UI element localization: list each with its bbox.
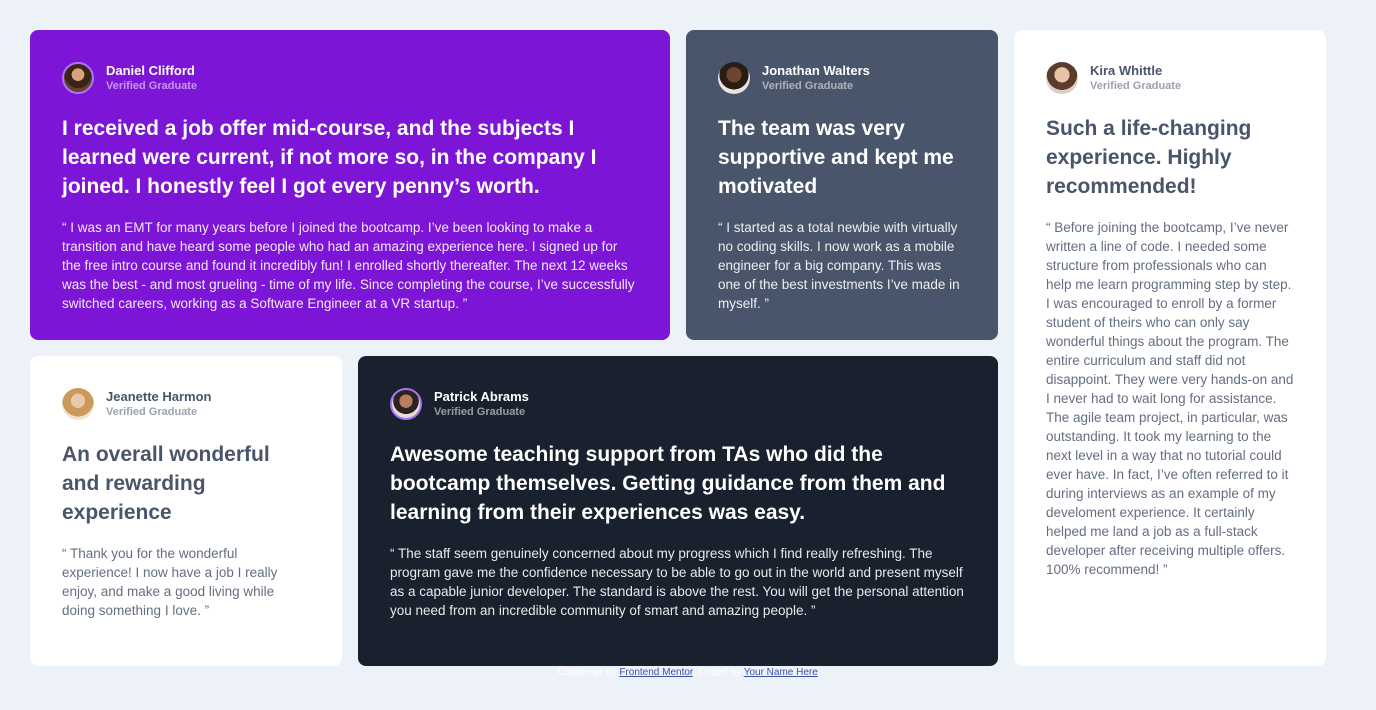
attribution-prefix: Challenge by (558, 667, 617, 678)
avatar (718, 62, 750, 94)
author-name: Daniel Clifford (106, 63, 195, 78)
testimonial-quote: “ Before joining the bootcamp, I’ve neve… (1046, 220, 1294, 577)
author-link[interactable]: Your Name Here (744, 667, 818, 678)
author-block: Kira Whittle Verified Graduate (1046, 62, 1294, 94)
author-name: Patrick Abrams (434, 389, 529, 404)
author-block: Jeanette Harmon Verified Graduate (62, 388, 310, 420)
author-status: Verified Graduate (106, 80, 198, 92)
testimonial-card-kira: Kira Whittle Verified Graduate Such a li… (1014, 30, 1326, 666)
author-status: Verified Graduate (762, 80, 854, 92)
author-status: Verified Graduate (1090, 80, 1182, 92)
testimonial-headline: Awesome teaching support from TAs who di… (390, 443, 946, 524)
frontend-mentor-link[interactable]: Frontend Mentor (619, 667, 692, 678)
testimonial-headline: Such a life-changing experience. Highly … (1046, 117, 1252, 198)
avatar (390, 388, 422, 420)
testimonial-headline: An overall wonderful and rewarding exper… (62, 443, 270, 524)
author-status: Verified Graduate (106, 406, 198, 418)
attribution-middle: . Coded by (692, 667, 742, 678)
testimonial-quote: “ Thank you for the wonderful experience… (62, 546, 278, 618)
avatar (62, 62, 94, 94)
testimonial-card-patrick: Patrick Abrams Verified Graduate Awesome… (358, 356, 998, 666)
author-status: Verified Graduate (434, 406, 526, 418)
testimonial-quote: “ I started as a total newbie with virtu… (718, 220, 960, 311)
testimonial-quote: “ The staff seem genuinely concerned abo… (390, 546, 964, 618)
author-name: Kira Whittle (1090, 63, 1163, 78)
testimonial-headline: The team was very supportive and kept me… (718, 117, 954, 198)
attribution-footer: Challenge by Frontend Mentor. Coded by Y… (0, 667, 1376, 678)
author-name: Jonathan Walters (762, 63, 870, 78)
testimonial-quote: “ I was an EMT for many years before I j… (62, 220, 635, 311)
testimonial-headline: I received a job offer mid-course, and t… (62, 117, 597, 198)
testimonial-card-daniel: Daniel Clifford Verified Graduate I rece… (30, 30, 670, 340)
author-block: Daniel Clifford Verified Graduate (62, 62, 638, 94)
testimonial-card-jonathan: Jonathan Walters Verified Graduate The t… (686, 30, 998, 340)
avatar (62, 388, 94, 420)
author-name: Jeanette Harmon (106, 389, 212, 404)
testimonial-card-jeanette: Jeanette Harmon Verified Graduate An ove… (30, 356, 342, 666)
author-block: Patrick Abrams Verified Graduate (390, 388, 966, 420)
testimonials-grid: Daniel Clifford Verified Graduate I rece… (30, 30, 1326, 666)
avatar (1046, 62, 1078, 94)
author-block: Jonathan Walters Verified Graduate (718, 62, 966, 94)
